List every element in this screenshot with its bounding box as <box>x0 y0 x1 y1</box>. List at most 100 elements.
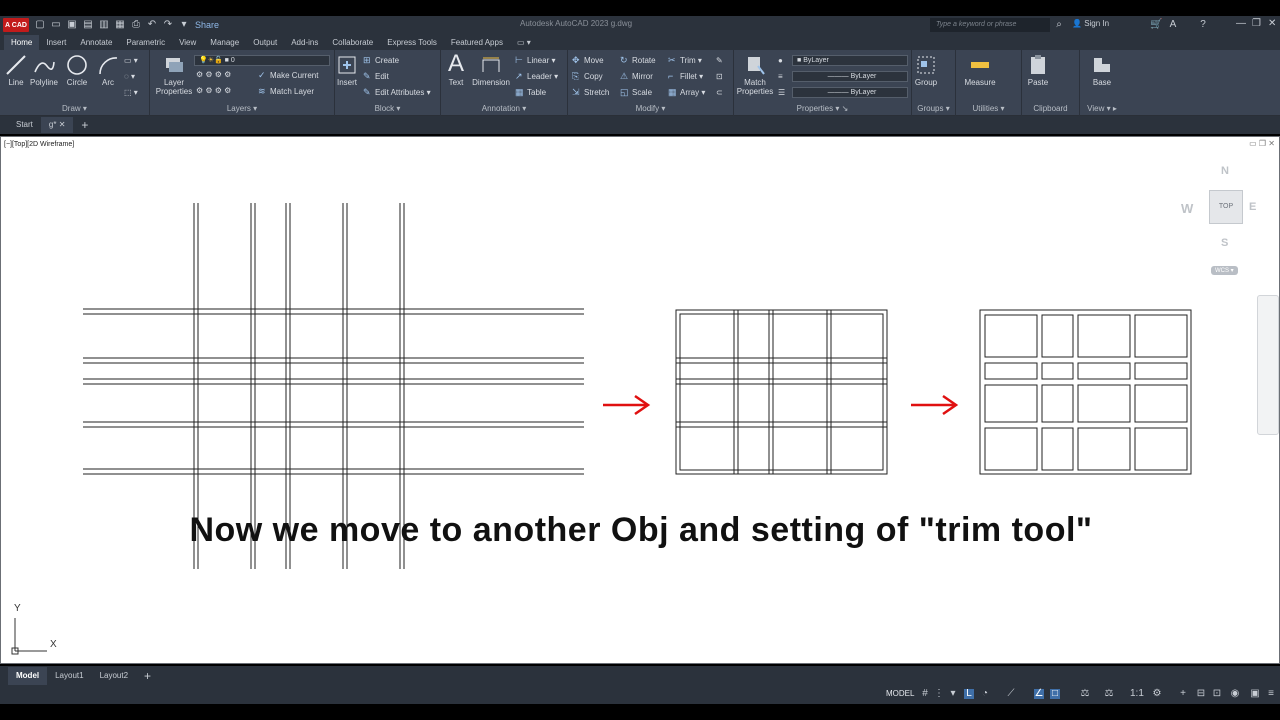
color-dropdown[interactable]: ■ ByLayer <box>792 55 908 66</box>
view-panel-title[interactable]: View ▾ ▸ <box>1080 104 1124 113</box>
ribbon-tab-home[interactable]: Home <box>4 35 40 50</box>
modify-panel-title[interactable]: Modify ▾ <box>568 104 733 113</box>
view-cube[interactable]: N W E S TOP WCS ▾ <box>1181 163 1256 275</box>
share-button[interactable]: Share <box>195 20 219 30</box>
annotation-visibility-icon[interactable]: ⚖ <box>1104 689 1114 699</box>
ribbon-tab-view[interactable]: View <box>172 35 203 50</box>
ribbon-tab-parametric[interactable]: Parametric <box>119 35 172 50</box>
block-panel-title[interactable]: Block ▾ <box>335 104 440 113</box>
ribbon-tab-express-tools[interactable]: Express Tools <box>380 35 444 50</box>
copy-button[interactable]: ⎘ Copy <box>572 72 603 81</box>
navigation-bar[interactable] <box>1257 295 1279 435</box>
ribbon-tab-collaborate[interactable]: Collaborate <box>325 35 380 50</box>
linetype-dropdown[interactable]: ——— ByLayer <box>792 71 908 82</box>
clean-screen-icon[interactable]: ▣ <box>1250 689 1260 699</box>
search-input[interactable]: Type a keyword or phrase <box>930 18 1050 32</box>
sign-in-button[interactable]: 👤 Sign In <box>1072 19 1109 28</box>
customize-dropdown-icon[interactable]: ▾ <box>179 20 189 30</box>
mirror-button[interactable]: ⚠ Mirror <box>620 72 653 81</box>
ribbon-tab-annotate[interactable]: Annotate <box>73 35 119 50</box>
utilities-panel-title[interactable]: Utilities ▾ <box>956 104 1021 113</box>
ribbon-tab-manage[interactable]: Manage <box>203 35 246 50</box>
compass-north[interactable]: N <box>1221 165 1229 177</box>
redo-icon[interactable]: ↷ <box>163 20 173 30</box>
minimize-icon[interactable]: — <box>1236 18 1246 29</box>
restore-icon[interactable]: ❐ <box>1252 18 1261 29</box>
ribbon-tab-output[interactable]: Output <box>246 35 284 50</box>
save-web-icon[interactable]: ▦ <box>115 20 125 30</box>
edit-attributes-button[interactable]: ✎ Edit Attributes ▾ <box>363 88 431 97</box>
new-tab-icon[interactable]: + <box>73 117 96 133</box>
array-button[interactable]: ▦ Array ▾ <box>668 88 705 97</box>
groups-panel-title[interactable]: Groups ▾ <box>912 104 955 113</box>
create-block-button[interactable]: ⊞ Create <box>363 56 399 65</box>
layer-tools-row-2[interactable]: ⚙ ⚙ ⚙ ⚙ <box>196 86 231 95</box>
table-button[interactable]: ▦ Table <box>515 88 546 97</box>
view-cube-top-face[interactable]: TOP <box>1209 190 1243 224</box>
layers-panel-title[interactable]: Layers ▾ <box>150 104 334 113</box>
close-tab-icon[interactable]: ✕ <box>59 120 66 129</box>
object-snap-icon[interactable]: □ <box>1050 689 1060 699</box>
save-as-icon[interactable]: ▤ <box>83 20 93 30</box>
compass-east[interactable]: E <box>1249 201 1256 213</box>
customization-menu-icon[interactable]: ≡ <box>1266 689 1276 699</box>
group-button[interactable]: Group <box>906 54 946 87</box>
lineweight-dropdown[interactable]: ——— ByLayer <box>792 87 908 98</box>
ribbon-tab-add-ins[interactable]: Add-ins <box>284 35 325 50</box>
layer-dropdown[interactable]: 💡☀🔓 ■ 0 <box>194 55 330 66</box>
close-icon[interactable]: ✕ <box>1268 18 1276 29</box>
layer-tools-row-1[interactable]: ⚙ ⚙ ⚙ ⚙ <box>196 70 231 79</box>
osnap-tracking-icon[interactable]: ∠ <box>1034 689 1044 699</box>
ribbon-tab-insert[interactable]: Insert <box>39 35 73 50</box>
trim-button[interactable]: ✂ Trim ▾ <box>668 56 702 65</box>
compass-west[interactable]: W <box>1181 201 1193 216</box>
annotation-panel-title[interactable]: Annotation ▾ <box>441 104 567 113</box>
leader-button[interactable]: ↗ Leader ▾ <box>515 72 558 81</box>
ellipse-icon[interactable]: ⬚ ▾ <box>124 88 138 97</box>
make-current-button[interactable]: ✓ Make Current <box>258 71 318 80</box>
snap-icon[interactable]: ⋮ <box>934 689 944 699</box>
drawing-tab[interactable]: g* ✕ <box>40 117 74 133</box>
help-icon[interactable]: ? <box>1198 20 1208 30</box>
wcs-menu[interactable]: WCS ▾ <box>1211 266 1238 275</box>
annotation-scale-icon[interactable]: ⚖ <box>1080 689 1090 699</box>
measure-button[interactable]: Measure <box>960 54 1000 87</box>
dimension-button[interactable]: Dimension <box>471 54 511 87</box>
add-layout-icon[interactable]: + <box>136 667 159 685</box>
autodesk-app-icon[interactable]: A <box>1168 20 1178 30</box>
quick-properties-icon[interactable]: ⊡ <box>1212 689 1222 699</box>
explode-icon[interactable]: ⊡ <box>716 72 723 81</box>
arc-tool[interactable]: Arc <box>88 54 128 87</box>
hatch-icon[interactable]: ◌ ▾ <box>124 72 135 81</box>
drawing-canvas[interactable]: [−][Top][2D Wireframe] ▭ ❐ ✕ Y X Now we … <box>0 136 1280 664</box>
scale-ratio-icon[interactable]: 1:1 <box>1130 689 1144 699</box>
snap-dropdown-icon[interactable]: ▾ <box>948 689 958 699</box>
match-properties-button[interactable]: Match Properties <box>734 54 776 96</box>
edit-block-button[interactable]: ✎ Edit <box>363 72 389 81</box>
new-file-icon[interactable]: ▢ <box>35 20 45 30</box>
rotate-button[interactable]: ↻ Rotate <box>620 56 656 65</box>
fillet-button[interactable]: ⌐ Fillet ▾ <box>668 72 703 81</box>
search-icon[interactable]: ⌕ <box>1054 20 1064 30</box>
offset-icon[interactable]: ⊂ <box>716 88 723 97</box>
annotation-monitor-icon[interactable]: + <box>1178 689 1188 699</box>
isometric-icon[interactable]: ⟋ <box>1006 689 1016 699</box>
scale-button[interactable]: ◱ Scale <box>620 88 652 97</box>
text-button[interactable]: A Text <box>436 52 476 88</box>
cart-icon[interactable]: 🛒 <box>1150 20 1162 30</box>
rectangle-icon[interactable]: ▭ ▾ <box>124 56 138 65</box>
isolate-objects-icon[interactable]: ◉ <box>1230 689 1240 699</box>
start-tab[interactable]: Start <box>8 117 41 133</box>
model-tab[interactable]: Model <box>8 667 48 685</box>
draw-panel-title[interactable]: Draw ▾ <box>0 104 149 113</box>
compass-south[interactable]: S <box>1221 237 1228 249</box>
linear-dimension-button[interactable]: ⊢ Linear ▾ <box>515 56 556 65</box>
erase-icon[interactable]: ✎ <box>716 56 723 65</box>
plot-icon[interactable]: ⎙ <box>131 20 141 30</box>
grid-icon[interactable]: # <box>920 689 930 699</box>
paste-button[interactable]: Paste <box>1018 54 1058 87</box>
ribbon-tab-featured-apps[interactable]: Featured Apps <box>444 35 510 50</box>
open-web-icon[interactable]: ▥ <box>99 20 109 30</box>
ortho-icon[interactable]: L <box>964 689 974 699</box>
model-space-indicator[interactable]: MODEL <box>886 689 914 698</box>
